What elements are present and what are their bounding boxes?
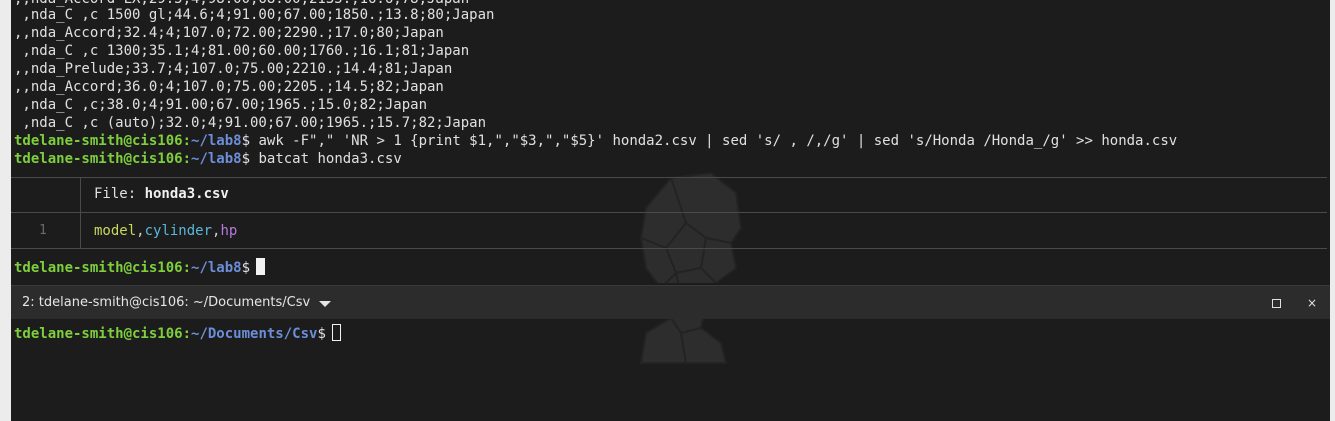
prompt-dollar: $ [317,326,326,342]
output-line: ,,nda_Accord;36.0;4;107.0;75.00;2205.;14… [14,79,444,95]
csv-column-model: model [94,223,137,239]
output-line: ,nda_C ,c 1500 gl;44.6;4;91.00;67.00;185… [14,7,495,23]
csv-column-cylinder: cylinder [144,223,213,239]
prompt-line-active: tdelane-smith@cis106:~/Documents/Csv$ [14,324,341,342]
terminal-tab-bar: 2: tdelane-smith@cis106: ~/Documents/Csv… [11,285,1330,319]
output-line: ,nda_C ,c (auto);32.0;4;91.00;67.00;1965… [14,115,487,131]
command-line: tdelane-smith@cis106:~/lab8$ batcat hond… [14,150,402,168]
output-line: ,,nda_Accord;32.4;4;107.0;72.00;2290.;17… [14,25,444,41]
text-cursor [256,258,266,275]
output-line: ,,nda_Prelude;33.7;4;107.0;75.00;2210.;1… [14,61,453,77]
text-cursor [331,324,341,341]
output-line: ,nda_C ,c;38.0;4;91.00;67.00;1965.;15.0;… [14,97,428,113]
terminal-pane-bottom[interactable]: tdelane-smith@cis106:~/Documents/Csv$ [11,319,1330,421]
bat-content-line: model,cylinder,hp [94,222,237,240]
prompt-path: ~/lab8 [191,133,242,149]
prompt-separator: : [182,151,192,167]
prompt-line-active: tdelane-smith@cis106:~/lab8$ [14,258,266,276]
bat-gutter-rule [80,178,81,248]
bat-header-rule [11,212,1327,213]
bat-file-name: honda3.csv [144,186,229,202]
command-line: tdelane-smith@cis106:~/lab8$ awk -F"," '… [14,132,1177,150]
csv-separator: , [136,223,145,239]
prompt-dollar: $ [241,260,251,276]
maximize-button[interactable] [1268,295,1284,311]
prompt-user: tdelane-smith@cis106 [14,133,183,149]
prompt-separator: : [182,133,192,149]
prompt-path: ~/lab8 [191,151,242,167]
prompt-dollar: $ [241,133,251,149]
prompt-user: tdelane-smith@cis106 [14,260,183,276]
tab-title[interactable]: 2: tdelane-smith@cis106: ~/Documents/Csv [22,294,310,312]
close-icon: × [1306,296,1318,310]
command-text: awk -F"," 'NR > 1 {print $1,","$3,","$5}… [250,133,1178,149]
prompt-path: ~/lab8 [191,260,242,276]
watermark-head-icon [639,171,743,283]
bat-top-rule [11,177,1327,178]
bat-line-number: 1 [39,223,47,238]
output-line: ,nda_C ,c 1300;35.1;4;81.00;60.00;1760.;… [14,43,470,59]
close-button[interactable]: × [1304,295,1320,311]
watermark-head-icon [639,319,728,364]
prompt-separator: : [182,326,192,342]
csv-column-hp: hp [220,223,238,239]
prompt-path: ~/Documents/Csv [191,326,318,342]
chevron-down-icon[interactable] [319,301,331,307]
prompt-dollar: $ [241,151,251,167]
prompt-separator: : [182,260,192,276]
window-right-edge [1330,0,1335,421]
prompt-user: tdelane-smith@cis106 [14,151,183,167]
window-left-edge [0,0,11,421]
terminal-pane-top[interactable]: ,,nda_Accord LX;29.5;4;98.00;68.00;2135.… [11,0,1330,283]
bat-file-label: File: [94,186,145,202]
bat-bottom-rule [11,248,1327,249]
command-text: batcat honda3.csv [250,151,402,167]
maximize-icon [1271,298,1281,308]
bat-file-header: File: honda3.csv [94,185,229,203]
prompt-user: tdelane-smith@cis106 [14,326,183,342]
terminal-window: ,,nda_Accord LX;29.5;4;98.00;68.00;2135.… [0,0,1335,421]
